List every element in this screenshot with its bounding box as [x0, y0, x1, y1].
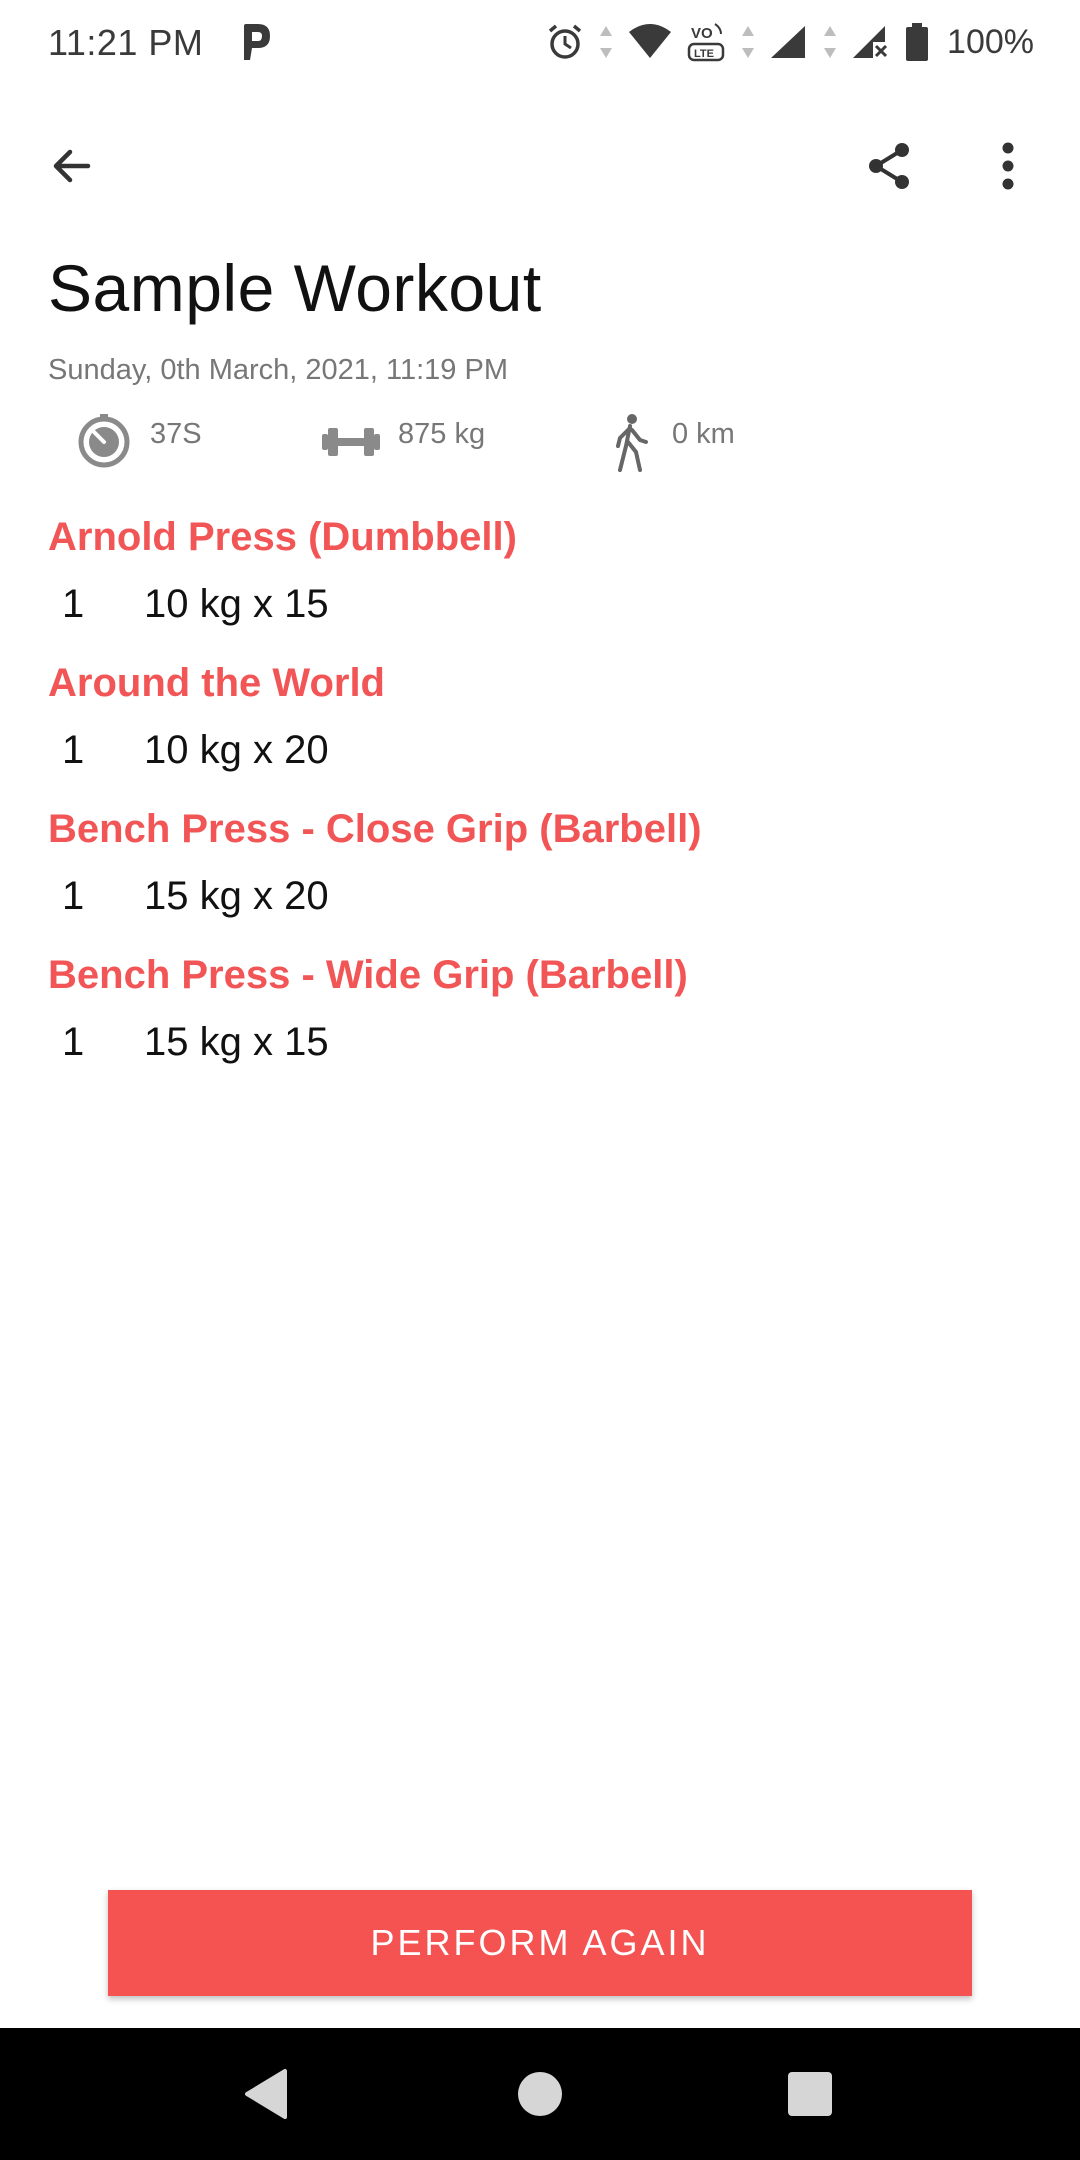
- more-vert-icon: [1002, 142, 1014, 190]
- app-bar: [0, 124, 1080, 208]
- nav-back-button[interactable]: [230, 2058, 302, 2130]
- nav-recents-button[interactable]: [774, 2058, 846, 2130]
- wifi-icon: [627, 24, 673, 60]
- nav-back-icon: [245, 2069, 287, 2119]
- volume-value: 875 kg: [398, 418, 486, 450]
- set-row: 1 10 kg x 15: [0, 568, 1080, 652]
- set-detail: 10 kg x 15: [144, 582, 329, 626]
- volte-icon: VO LTE: [687, 20, 727, 64]
- stat-volume: 875 kg: [322, 412, 485, 468]
- set-detail: 15 kg x 15: [144, 1020, 329, 1064]
- arrow-back-icon: [53, 149, 91, 183]
- status-bar: 11:21 PM VO LTE 100%: [0, 0, 1080, 84]
- set-index: 1: [62, 728, 85, 772]
- data-arrows-icon-3: [823, 24, 837, 60]
- svg-text:VO: VO: [691, 25, 713, 42]
- workout-datetime: Sunday, 0th March, 2021, 11:19 PM: [48, 354, 508, 386]
- walking-icon: [616, 414, 648, 472]
- alarm-icon: [545, 22, 585, 62]
- dumbbell-icon: [322, 428, 380, 456]
- perform-again-button[interactable]: PERFORM AGAIN: [108, 1890, 972, 1996]
- back-button[interactable]: [30, 124, 114, 208]
- stat-distance: 0 km: [610, 412, 735, 474]
- more-options-button[interactable]: [966, 124, 1050, 208]
- exercise-name: Bench Press - Wide Grip (Barbell): [48, 953, 688, 997]
- distance-value: 0 km: [672, 418, 735, 450]
- exercise-item[interactable]: Around the World 1 10 kg x 20: [0, 652, 1080, 798]
- set-index: 1: [62, 874, 85, 918]
- data-arrows-icon-2: [741, 24, 755, 60]
- set-index: 1: [62, 582, 85, 626]
- exercise-name: Around the World: [48, 661, 385, 705]
- status-time: 11:21 PM: [48, 22, 204, 63]
- battery-icon: [905, 22, 929, 62]
- exercise-name: Arnold Press (Dumbbell): [48, 515, 517, 559]
- svg-text:LTE: LTE: [694, 48, 714, 60]
- battery-percent: 100%: [947, 22, 1034, 61]
- nav-recents-icon: [788, 2072, 832, 2116]
- timer-icon: [78, 414, 130, 468]
- data-arrows-icon: [599, 24, 613, 60]
- nav-home-button[interactable]: [504, 2058, 576, 2130]
- status-icons: VO LTE 100%: [545, 18, 1034, 66]
- set-row: 1 15 kg x 15: [0, 1006, 1080, 1090]
- set-index: 1: [62, 1020, 85, 1064]
- stat-duration: 37S: [76, 412, 202, 468]
- exercise-item[interactable]: Arnold Press (Dumbbell) 1 10 kg x 15: [0, 506, 1080, 652]
- duration-value: 37S: [150, 418, 202, 450]
- exercise-name: Bench Press - Close Grip (Barbell): [48, 807, 702, 851]
- share-icon: [869, 143, 909, 189]
- nav-home-icon: [518, 2072, 562, 2116]
- exercise-item[interactable]: Bench Press - Close Grip (Barbell) 1 15 …: [0, 798, 1080, 944]
- set-detail: 10 kg x 20: [144, 728, 329, 772]
- set-detail: 15 kg x 20: [144, 874, 329, 918]
- exercise-list: Arnold Press (Dumbbell) 1 10 kg x 15 Aro…: [0, 506, 1080, 1090]
- set-row: 1 15 kg x 20: [0, 860, 1080, 944]
- signal-no-sim-icon: [851, 24, 891, 60]
- share-button[interactable]: [848, 124, 932, 208]
- signal-icon: [769, 24, 809, 60]
- exercise-item[interactable]: Bench Press - Wide Grip (Barbell) 1 15 k…: [0, 944, 1080, 1090]
- set-row: 1 10 kg x 20: [0, 714, 1080, 798]
- parking-app-icon: [238, 20, 274, 64]
- workout-title: Sample Workout: [48, 251, 542, 325]
- system-nav-bar: [0, 2028, 1080, 2160]
